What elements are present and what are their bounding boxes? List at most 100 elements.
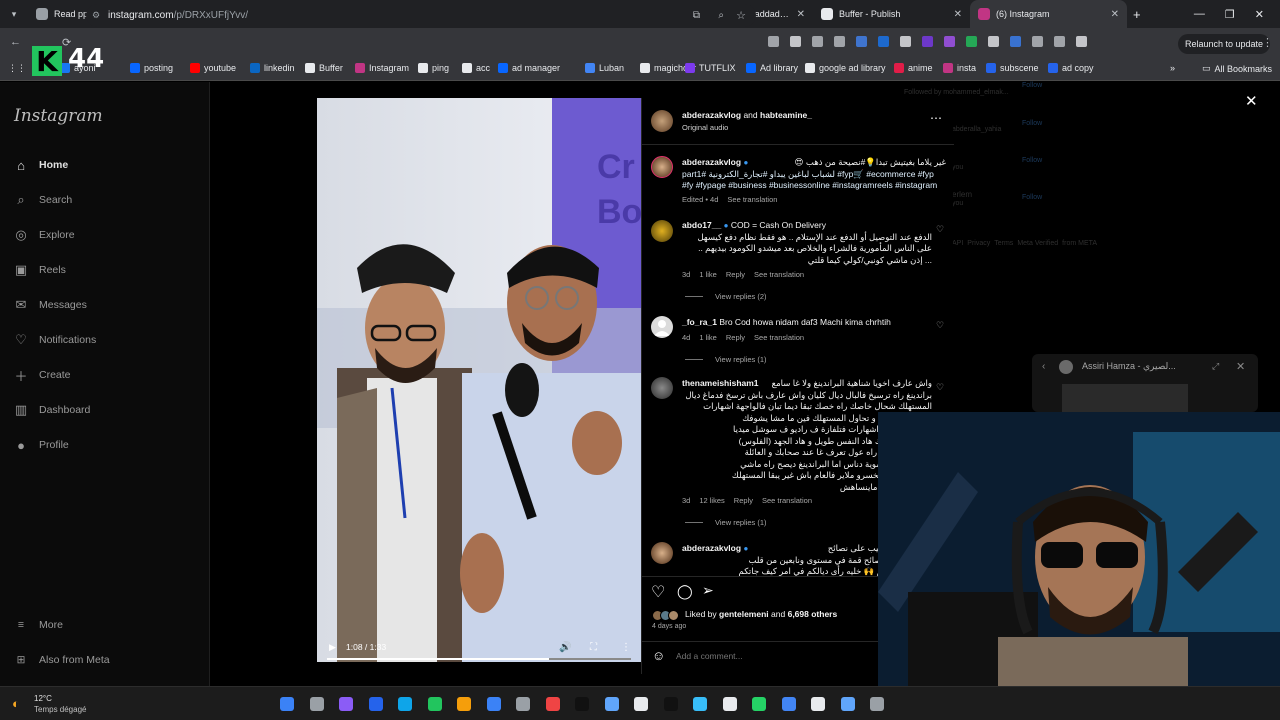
comment-likes[interactable]: 1 like bbox=[699, 333, 717, 342]
browser-tab[interactable]: (6) Instagram ✕ bbox=[970, 0, 1127, 28]
comment-reply[interactable]: Reply bbox=[726, 333, 745, 342]
comment-reply[interactable]: Reply bbox=[734, 496, 753, 505]
comment-username[interactable]: _fo_ra_1 bbox=[682, 317, 717, 327]
relaunch-button[interactable]: Relaunch to update bbox=[1178, 34, 1270, 54]
extension-icon[interactable] bbox=[812, 36, 823, 47]
comment-like-heart-icon[interactable]: ♡ bbox=[936, 382, 944, 393]
taskbar-app-icon[interactable] bbox=[457, 697, 471, 711]
back-icon[interactable]: ← bbox=[10, 36, 21, 48]
video-menu-icon[interactable]: ⋮ bbox=[621, 642, 631, 653]
comment-like-heart-icon[interactable]: ♡ bbox=[936, 224, 944, 235]
comment-icon[interactable]: ◯ bbox=[677, 583, 693, 600]
comment-avatar[interactable] bbox=[651, 377, 673, 399]
bookmark-item[interactable]: Luban bbox=[585, 63, 624, 73]
extension-icon[interactable] bbox=[966, 36, 977, 47]
sidebar-item-search[interactable]: ⌕ Search bbox=[14, 192, 72, 207]
header-avatar[interactable] bbox=[651, 110, 673, 132]
view-replies[interactable]: View replies (1) bbox=[685, 355, 767, 364]
comment-username[interactable]: abderazakvlog bbox=[682, 543, 741, 553]
bookmark-item[interactable]: anime bbox=[894, 63, 933, 73]
pip-close-icon[interactable]: ✕ bbox=[1236, 360, 1245, 373]
play-icon[interactable]: ▶ bbox=[329, 642, 336, 653]
bookmark-item[interactable]: acc bbox=[462, 63, 490, 73]
sidebar-item-profile[interactable]: ● Profile bbox=[14, 438, 69, 453]
liked-by-user[interactable]: gentelemeni bbox=[719, 609, 769, 619]
extension-icon[interactable] bbox=[988, 36, 999, 47]
taskbar-app-icon[interactable] bbox=[663, 697, 678, 711]
bookmark-item[interactable]: Ad library bbox=[746, 63, 798, 73]
taskbar-app-icon[interactable] bbox=[398, 697, 412, 711]
bookmark-item[interactable]: linkedin bbox=[250, 63, 295, 73]
taskbar-app-icon[interactable] bbox=[339, 697, 353, 711]
comment-username[interactable]: thenameishisham1 bbox=[682, 378, 759, 388]
video-progress-bar[interactable] bbox=[327, 658, 631, 660]
taskbar-app-icon[interactable] bbox=[693, 697, 707, 711]
sidebar-item-messages[interactable]: ✉ Messages bbox=[14, 297, 87, 312]
comment-like-heart-icon[interactable]: ♡ bbox=[936, 320, 944, 331]
sidebar-item-explore[interactable]: ◎ Explore bbox=[14, 227, 74, 242]
close-post-icon[interactable]: ✕ bbox=[1245, 92, 1258, 110]
sidebar-item-create[interactable]: ＋ Create bbox=[14, 368, 70, 384]
tab-search-icon[interactable]: ▾ bbox=[0, 9, 28, 20]
header-username-2[interactable]: habteamine_ bbox=[760, 110, 812, 120]
bookmark-star-icon[interactable]: ☆ bbox=[736, 9, 746, 22]
pip-back-icon[interactable]: ‹ bbox=[1042, 361, 1045, 372]
tab-close-icon[interactable]: ✕ bbox=[797, 9, 805, 20]
tab-close-icon[interactable]: ✕ bbox=[954, 9, 962, 20]
taskbar-app-icon[interactable] bbox=[427, 697, 442, 711]
picture-in-picture-window[interactable]: ‹ Assiri Hamza - لصيري... ⤢ ✕ bbox=[1032, 354, 1258, 412]
comment-see-translation[interactable]: See translation bbox=[754, 333, 804, 342]
bookmark-item[interactable]: Instagram bbox=[355, 63, 409, 73]
browser-menu-icon[interactable]: ⋮ bbox=[1262, 36, 1273, 49]
extension-icon[interactable] bbox=[768, 36, 779, 47]
taskbar-app-icon[interactable] bbox=[575, 697, 589, 711]
share-icon[interactable]: ➢ bbox=[702, 582, 714, 599]
taskbar-app-icon[interactable] bbox=[752, 697, 766, 711]
extension-icon[interactable] bbox=[900, 36, 911, 47]
extension-icon[interactable] bbox=[834, 36, 845, 47]
all-bookmarks[interactable]: ▭ All Bookmarks bbox=[1202, 63, 1272, 74]
bookmark-item[interactable]: google ad library bbox=[805, 63, 886, 73]
comment-username[interactable]: abdo17__ bbox=[682, 220, 721, 230]
sidebar-item-dashboard[interactable]: ▥ Dashboard bbox=[14, 402, 91, 417]
original-audio[interactable]: Original audio bbox=[682, 122, 728, 134]
sidebar-item-notifications[interactable]: ♡ Notifications bbox=[14, 332, 96, 347]
taskbar-app-icon[interactable] bbox=[486, 697, 501, 711]
taskbar-app-icon[interactable] bbox=[634, 697, 648, 711]
browser-tab[interactable]: Buffer - Publish ✕ bbox=[813, 0, 970, 28]
add-comment-input[interactable] bbox=[676, 648, 876, 664]
like-heart-icon[interactable]: ♡ bbox=[651, 582, 665, 602]
comment-avatar[interactable] bbox=[651, 316, 673, 338]
post-options-icon[interactable]: ⋯ bbox=[930, 111, 942, 125]
reel-video[interactable]: Cr Bo bbox=[317, 98, 641, 662]
liked-by-others[interactable]: 6,698 others bbox=[788, 609, 838, 619]
comment-reply[interactable]: Reply bbox=[726, 270, 745, 279]
minimize-icon[interactable]: — bbox=[1194, 8, 1205, 20]
install-icon[interactable]: ⧉ bbox=[693, 10, 700, 21]
view-replies[interactable]: View replies (2) bbox=[685, 292, 767, 301]
extension-icon[interactable] bbox=[1010, 36, 1021, 47]
taskbar-app-icon[interactable] bbox=[545, 697, 560, 711]
taskbar-app-icon[interactable] bbox=[368, 697, 383, 711]
sidebar-more[interactable]: ≡ More bbox=[14, 618, 63, 632]
site-info-icon[interactable]: ⚙ bbox=[92, 10, 100, 21]
fullscreen-icon[interactable]: ⛶ bbox=[590, 642, 597, 653]
bookmark-item[interactable]: youtube bbox=[190, 63, 236, 73]
header-username[interactable]: abderazakvlog bbox=[682, 110, 741, 120]
comment-see-translation[interactable]: See translation bbox=[762, 496, 812, 505]
taskbar-app-icon[interactable] bbox=[840, 697, 855, 711]
bookmark-item[interactable]: posting bbox=[130, 63, 173, 73]
bookmark-item[interactable]: ping bbox=[418, 63, 449, 73]
bookmark-item[interactable]: insta bbox=[943, 63, 976, 73]
comment-avatar[interactable] bbox=[651, 220, 673, 242]
extension-icon[interactable] bbox=[878, 36, 889, 47]
bookmark-item[interactable]: subscene bbox=[986, 63, 1039, 73]
bookmark-item[interactable]: TUTFLIX bbox=[685, 63, 736, 73]
view-replies[interactable]: View replies (1) bbox=[685, 518, 767, 527]
volume-icon[interactable]: 🔊 bbox=[559, 642, 571, 653]
comment-likes[interactable]: 1 like bbox=[699, 270, 717, 279]
extension-icon[interactable] bbox=[922, 36, 933, 47]
extension-icon[interactable] bbox=[790, 36, 801, 47]
bookmarks-overflow-icon[interactable]: » bbox=[1170, 63, 1175, 73]
close-window-icon[interactable]: ✕ bbox=[1255, 8, 1264, 21]
